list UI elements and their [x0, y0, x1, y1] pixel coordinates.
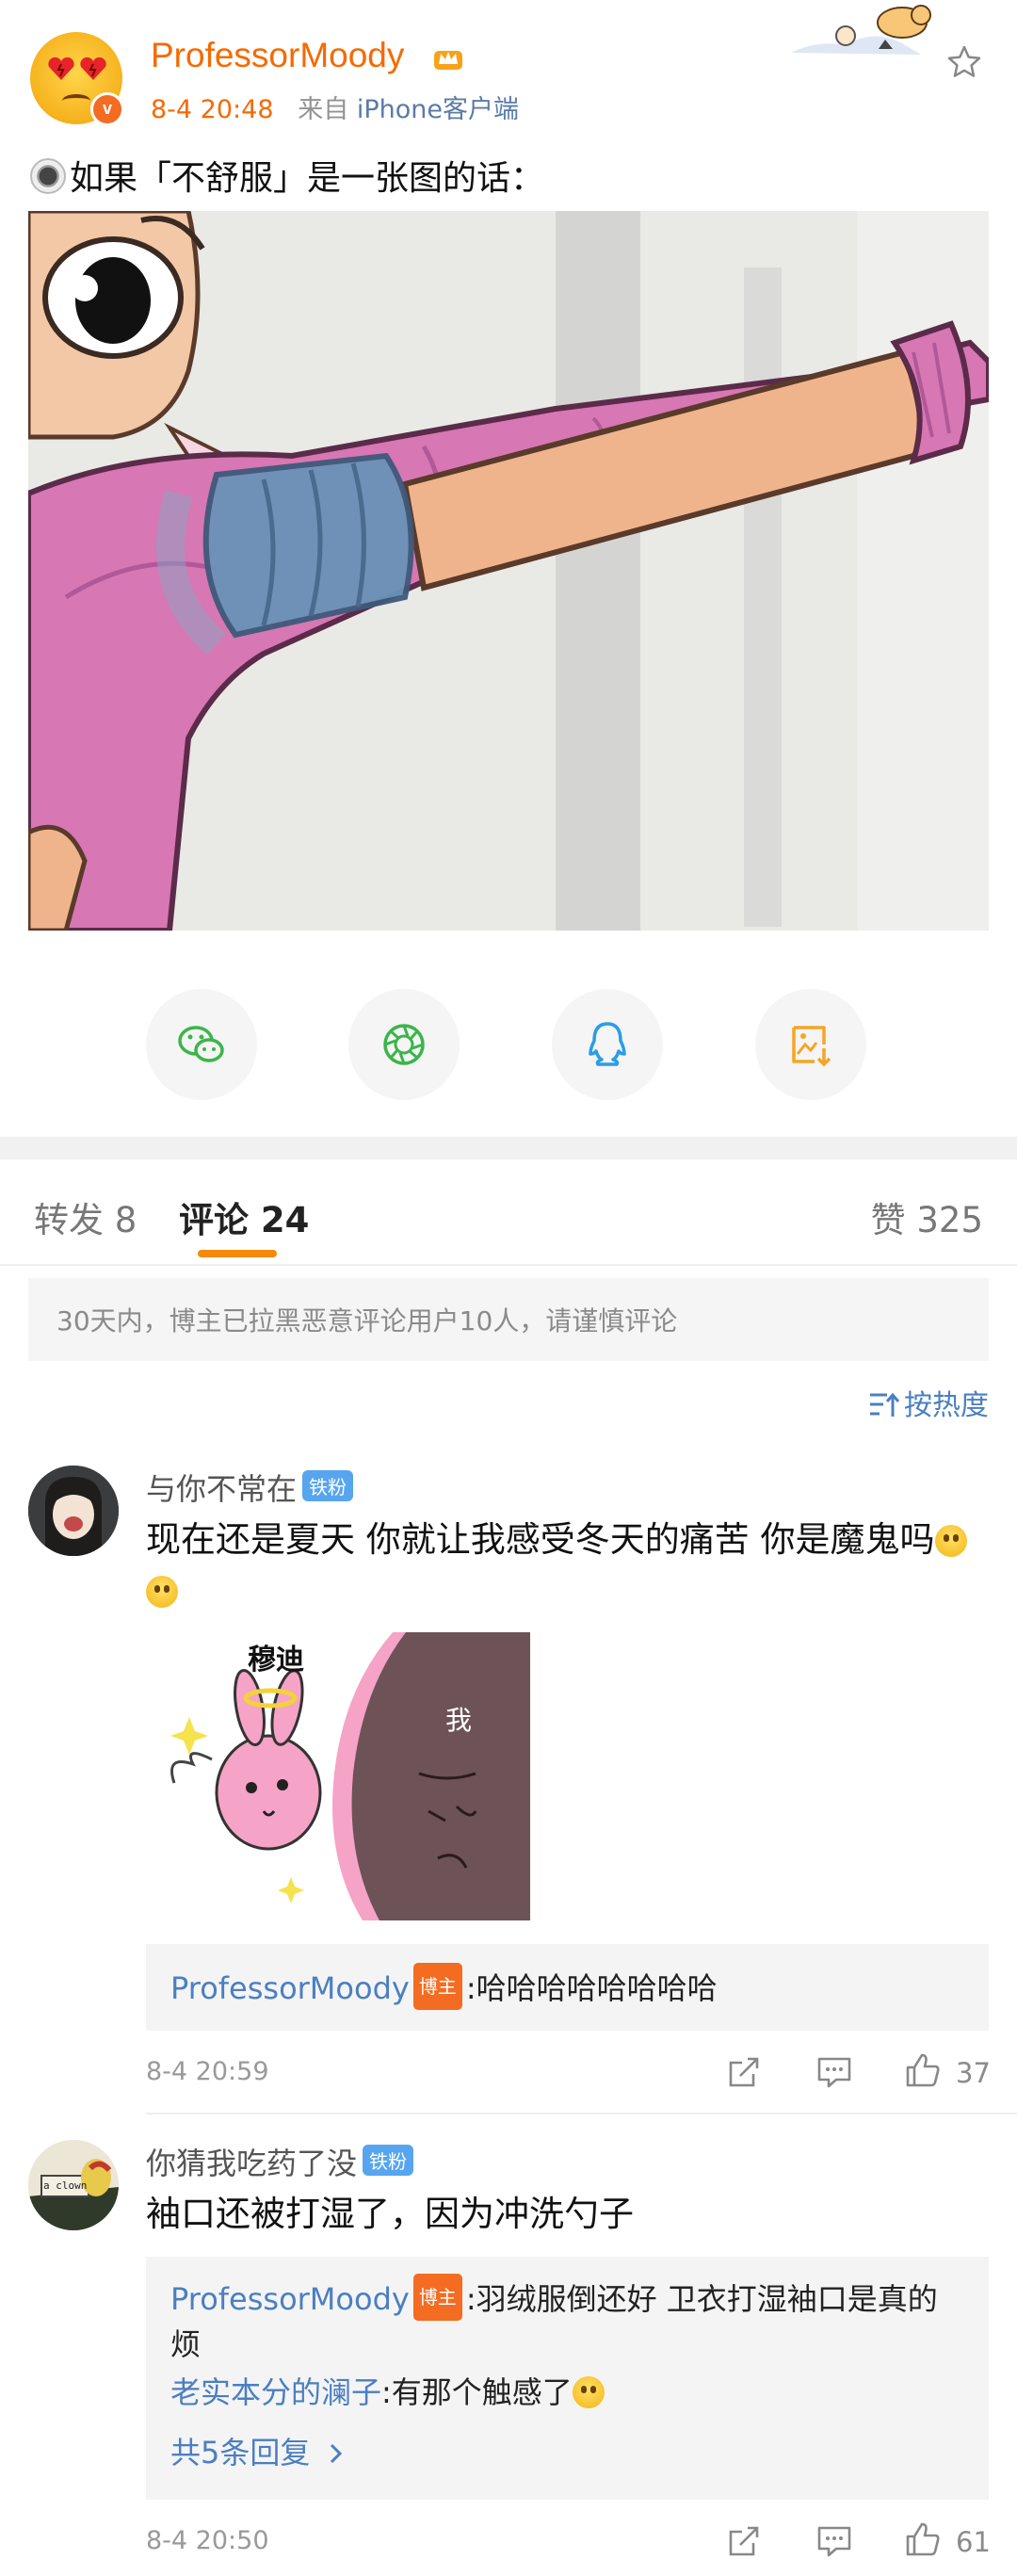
save-image-icon [792, 1026, 831, 1067]
heart-eye-icon [48, 57, 74, 80]
host-badge: 博主 [412, 1963, 462, 2010]
qq-icon [589, 1022, 626, 1066]
reply-user[interactable]: 老实本分的澜子 [170, 2374, 381, 2410]
tab-comments[interactable]: 评论 24 [179, 1191, 309, 1242]
cartoon-arm-illustration [28, 211, 989, 931]
tab-likes[interactable]: 赞 325 [871, 1191, 983, 1242]
heart-eye-icon [80, 57, 106, 80]
meme-label: 穆迪 [248, 1644, 304, 1677]
post-time: 8-4 20:48 [151, 95, 274, 124]
active-tab-indicator [198, 1250, 277, 1257]
like-icon[interactable] [904, 2051, 942, 2089]
crown-icon [434, 51, 462, 70]
more-replies-link[interactable]: 共5条回复 [170, 2430, 347, 2475]
fan-badge: 铁粉 [302, 1470, 354, 1501]
repost-icon[interactable] [725, 2522, 763, 2560]
reply-box[interactable]: ProfessorMoody 博主:哈哈哈哈哈哈哈哈 [146, 1944, 989, 2031]
share-wechat-button[interactable] [146, 989, 257, 1100]
commenter-name[interactable]: 与你不常在 铁粉 [146, 1466, 354, 1509]
reply-user[interactable]: ProfessorMoody [170, 2281, 410, 2317]
rolling-eyes-emoji-icon [934, 1525, 967, 1557]
reply-user[interactable]: ProfessorMoody [170, 1970, 410, 2006]
comment-notice: 30天内，博主已拉黑恶意评论用户10人，请谨慎评论 [28, 1278, 989, 1361]
comment-divider [146, 2113, 1017, 2114]
commenter-avatar[interactable] [28, 1466, 119, 1556]
reply-item: 老实本分的澜子:有那个触感了 [170, 2370, 605, 2415]
commenter-avatar[interactable]: a clown [28, 2140, 119, 2230]
meme-label: 我 [445, 1705, 473, 1736]
comment-text: 现在还是夏天 你就让我感受冬天的痛苦 你是魔鬼吗 [146, 1515, 993, 1616]
sort-by-hot-button[interactable]: 按热度 [868, 1382, 989, 1423]
sort-icon [870, 1392, 900, 1417]
like-count: 37 [956, 2057, 991, 2089]
post-image[interactable] [28, 211, 989, 931]
verified-badge-icon: v [90, 92, 124, 126]
favorite-star-icon[interactable] [945, 43, 983, 81]
author-avatar[interactable]: v [30, 32, 124, 126]
tab-repost[interactable]: 转发 8 [34, 1191, 137, 1242]
wechat-icon [178, 1026, 224, 1062]
comment-time: 8-4 20:59 [146, 2057, 269, 2086]
comment-icon[interactable] [815, 2053, 853, 2091]
fan-badge: 铁粉 [363, 2145, 414, 2176]
comment-image[interactable]: 穆迪 我 [146, 1632, 530, 1920]
chevron-right-icon [330, 2443, 342, 2464]
post-text: 如果「不舒服」是一张图的话： [30, 151, 544, 200]
author-name[interactable]: ProfessorMoody [151, 36, 404, 75]
reply-box[interactable]: ProfessorMoody 博主:羽绒服倒还好 卫衣打湿袖口是真的 烦 老实本分… [146, 2257, 989, 2500]
comment-icon[interactable] [815, 2522, 853, 2560]
post-meta: 8-4 20:48 来自 iPhone客户端 [151, 89, 519, 125]
like-count: 61 [956, 2526, 991, 2558]
post-source[interactable]: iPhone客户端 [357, 95, 519, 124]
reply-item: ProfessorMoody 博主:哈哈哈哈哈哈哈哈 [170, 1963, 718, 2011]
comment-text: 袖口还被打湿了，因为冲洗勺子 [146, 2194, 634, 2234]
meme-illustration [146, 1632, 530, 1920]
circle-emoji-icon [30, 158, 66, 194]
commenter-name[interactable]: 你猜我吃药了没 铁粉 [146, 2140, 414, 2183]
host-badge: 博主 [412, 2274, 462, 2321]
like-icon[interactable] [904, 2520, 942, 2558]
rolling-eyes-emoji-icon [146, 1576, 178, 1608]
avatar-text: a clown [43, 2179, 88, 2192]
tab-divider [0, 1264, 1017, 1266]
save-image-button[interactable] [755, 989, 866, 1100]
repost-icon[interactable] [725, 2053, 763, 2091]
share-moments-button[interactable] [348, 989, 460, 1100]
reply-item: ProfessorMoody 博主:羽绒服倒还好 卫衣打湿袖口是真的 烦 [170, 2274, 980, 2367]
comment-time: 8-4 20:50 [146, 2526, 269, 2555]
cloud-cat-decoration-icon [791, 5, 931, 55]
moments-icon [383, 1024, 425, 1065]
share-qq-button[interactable] [552, 989, 663, 1100]
section-separator [0, 1137, 1017, 1159]
source-prefix: 来自 [298, 95, 349, 124]
sweat-emoji-icon [572, 2376, 605, 2408]
